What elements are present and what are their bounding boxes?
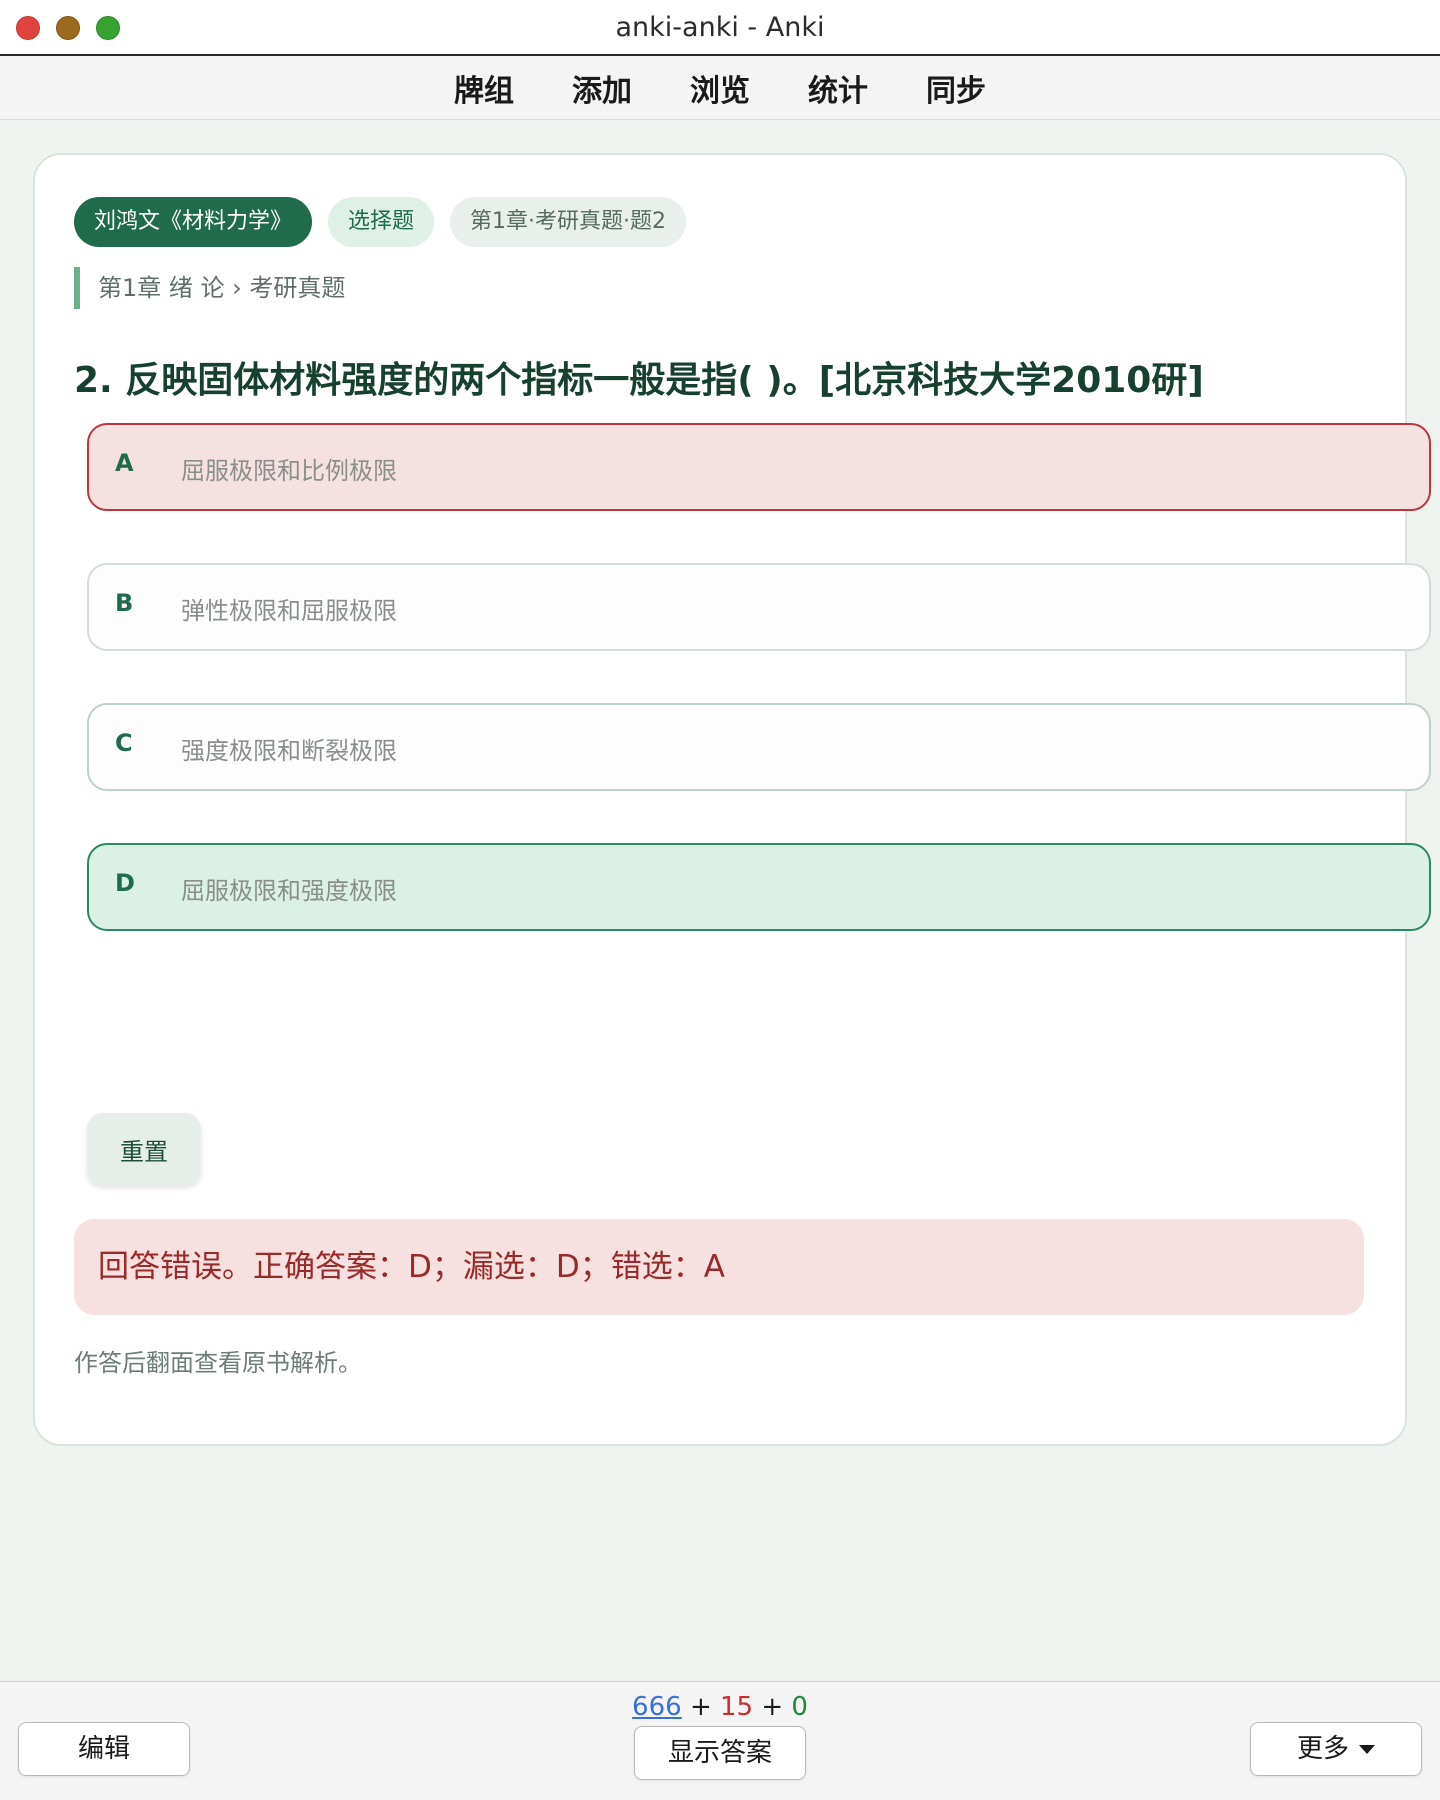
new-count[interactable]: 666 (632, 1692, 682, 1722)
question-card: 刘鸿文《材料力学》 选择题 第1章·考研真题·题2 第1章 绪 论 › 考研真题… (33, 153, 1431, 1446)
count-separator: + (761, 1692, 784, 1722)
top-nav: 牌组 添加 浏览 统计 同步 (0, 56, 1440, 120)
option-text: 弹性极限和屈服极限 (181, 597, 397, 625)
edit-button[interactable]: 编辑 (18, 1722, 190, 1776)
window-title: anki-anki - Anki (615, 12, 825, 43)
question-text: 2. 反映固体材料强度的两个指标一般是指( )。[北京科技大学2010研] (74, 360, 1204, 401)
tag-type: 选择题 (328, 197, 435, 247)
option-b[interactable]: B 弹性极限和屈服极限 (87, 563, 1431, 651)
tag-source: 第1章·考研真题·题2 (450, 197, 687, 247)
nav-decks[interactable]: 牌组 (454, 66, 514, 110)
reset-button[interactable]: 重置 (87, 1113, 201, 1185)
review-count: 0 (791, 1692, 808, 1722)
nav-browse[interactable]: 浏览 (690, 66, 750, 110)
nav-stats[interactable]: 统计 (808, 66, 868, 110)
option-text: 强度极限和断裂极限 (181, 737, 397, 765)
tag-row: 刘鸿文《材料力学》 选择题 第1章·考研真题·题2 (74, 197, 687, 247)
tag-book: 刘鸿文《材料力学》 (74, 197, 313, 247)
bottom-bar: 666 + 15 + 0 编辑 显示答案 更多 (0, 1681, 1440, 1800)
option-c[interactable]: C 强度极限和断裂极限 (87, 703, 1431, 791)
option-letter: B (115, 589, 134, 617)
title-bar: anki-anki - Anki (0, 0, 1440, 56)
breadcrumb: 第1章 绪 论 › 考研真题 (74, 267, 345, 309)
show-answer-button[interactable]: 显示答案 (634, 1726, 806, 1780)
show-answer-label: 显示答案 (667, 1738, 772, 1768)
option-letter: A (115, 449, 134, 477)
option-a[interactable]: A 屈服极限和比例极限 (87, 423, 1431, 511)
due-counts: 666 + 15 + 0 (0, 1692, 1440, 1722)
caret-down-icon (1359, 1745, 1375, 1754)
count-separator: + (689, 1692, 712, 1722)
nav-sync[interactable]: 同步 (926, 66, 986, 110)
more-button-label: 更多 (1296, 1734, 1349, 1764)
answer-hint: 作答后翻面查看原书解析。 (74, 1349, 362, 1377)
option-letter: D (115, 869, 135, 897)
option-d[interactable]: D 屈服极限和强度极限 (87, 843, 1431, 931)
learn-count: 15 (720, 1692, 754, 1722)
review-area: 刘鸿文《材料力学》 选择题 第1章·考研真题·题2 第1章 绪 论 › 考研真题… (0, 121, 1440, 1681)
answer-feedback: 回答错误。正确答案：D；漏选：D；错选：A (74, 1219, 1364, 1315)
option-text: 屈服极限和强度极限 (181, 877, 397, 905)
edit-button-label: 编辑 (77, 1734, 130, 1764)
more-button[interactable]: 更多 (1250, 1722, 1422, 1776)
option-text: 屈服极限和比例极限 (181, 457, 397, 485)
anki-window: anki-anki - Anki 牌组 添加 浏览 统计 同步 刘鸿文《材料力学… (0, 0, 1440, 1800)
nav-add[interactable]: 添加 (572, 66, 632, 110)
option-letter: C (115, 729, 133, 757)
